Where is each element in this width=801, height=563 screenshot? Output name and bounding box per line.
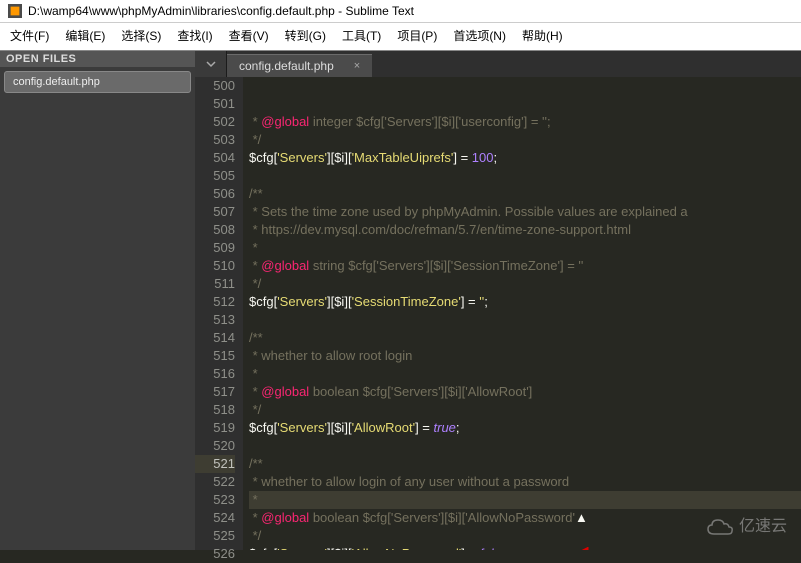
line-number: 501 [195,95,235,113]
menu-project[interactable]: 项目(P) [391,25,443,46]
line-number: 522 [195,473,235,491]
annotation-arrow-icon [573,511,633,550]
line-number: 516 [195,365,235,383]
app-icon [8,4,22,18]
menu-prefs[interactable]: 首选项(N) [447,25,512,46]
line-number: 524 [195,509,235,527]
code-line[interactable]: * [249,239,801,257]
menu-edit[interactable]: 编辑(E) [59,25,111,46]
menu-find[interactable]: 查找(I) [171,25,218,46]
cloud-icon [707,518,733,536]
tab-label: config.default.php [239,59,334,73]
menu-bar: 文件(F) 编辑(E) 选择(S) 查找(I) 查看(V) 转到(G) 工具(T… [0,23,801,51]
line-number: 519 [195,419,235,437]
line-number: 509 [195,239,235,257]
code-line[interactable]: */ [249,131,801,149]
line-gutter: 5005015025035045055065075085095105115125… [195,77,243,550]
window-title: D:\wamp64\www\phpMyAdmin\libraries\confi… [28,4,414,18]
code-line[interactable] [249,167,801,185]
line-number: 521 [195,455,235,473]
line-number: 502 [195,113,235,131]
code-line[interactable]: $cfg['Servers'][$i]['MaxTableUiprefs'] =… [249,149,801,167]
code-line[interactable]: $cfg['Servers'][$i]['AllowNoPassword'] =… [249,545,801,550]
code-line[interactable]: /** [249,455,801,473]
sidebar: OPEN FILES config.default.php [0,51,195,550]
code-area[interactable]: * @global integer $cfg['Servers'][$i]['u… [243,77,801,550]
watermark: 亿速云 [707,518,787,536]
menu-help[interactable]: 帮助(H) [516,25,569,46]
line-number: 503 [195,131,235,149]
code-line[interactable]: * @global string $cfg['Servers'][$i]['Se… [249,257,801,275]
line-number: 504 [195,149,235,167]
code-line[interactable] [249,311,801,329]
line-number: 507 [195,203,235,221]
code-line[interactable]: * @global boolean $cfg['Servers'][$i]['A… [249,383,801,401]
line-number: 512 [195,293,235,311]
line-number: 506 [195,185,235,203]
code-line[interactable]: $cfg['Servers'][$i]['SessionTimeZone'] =… [249,293,801,311]
line-number: 511 [195,275,235,293]
editor[interactable]: 5005015025035045055065075085095105115125… [195,77,801,550]
line-number: 500 [195,77,235,95]
line-number: 513 [195,311,235,329]
menu-select[interactable]: 选择(S) [115,25,167,46]
code-line[interactable]: * https://dev.mysql.com/doc/refman/5.7/e… [249,221,801,239]
line-number: 520 [195,437,235,455]
code-line[interactable]: * whether to allow login of any user wit… [249,473,801,491]
tab-config-default[interactable]: config.default.php × [227,54,372,77]
sidebar-open-file[interactable]: config.default.php [4,71,191,93]
line-number: 526 [195,545,235,563]
menu-view[interactable]: 查看(V) [223,25,275,46]
menu-goto[interactable]: 转到(G) [279,25,332,46]
code-line[interactable]: * @global integer $cfg['Servers'][$i]['u… [249,113,801,131]
code-line[interactable]: */ [249,401,801,419]
watermark-text: 亿速云 [739,518,787,536]
code-line[interactable]: /** [249,185,801,203]
code-line[interactable]: * [249,491,801,509]
tab-row: config.default.php × [195,51,801,77]
code-line[interactable]: $cfg['Servers'][$i]['AllowRoot'] = true; [249,419,801,437]
line-number: 523 [195,491,235,509]
line-number: 505 [195,167,235,185]
code-line[interactable]: /** [249,329,801,347]
code-line[interactable]: */ [249,275,801,293]
menu-file[interactable]: 文件(F) [4,25,55,46]
line-number: 514 [195,329,235,347]
code-line[interactable]: * [249,365,801,383]
line-number: 517 [195,383,235,401]
code-line[interactable]: * Sets the time zone used by phpMyAdmin.… [249,203,801,221]
open-files-header: OPEN FILES [0,51,195,67]
code-line[interactable]: * whether to allow root login [249,347,801,365]
tab-dropdown[interactable] [195,51,227,77]
line-number: 525 [195,527,235,545]
title-bar: D:\wamp64\www\phpMyAdmin\libraries\confi… [0,0,801,23]
line-number: 515 [195,347,235,365]
close-icon[interactable]: × [354,60,360,72]
menu-tools[interactable]: 工具(T) [336,25,387,46]
line-number: 508 [195,221,235,239]
line-number: 518 [195,401,235,419]
line-number: 510 [195,257,235,275]
code-line[interactable] [249,437,801,455]
chevron-down-icon [206,59,216,69]
sidebar-file-label: config.default.php [13,76,100,88]
